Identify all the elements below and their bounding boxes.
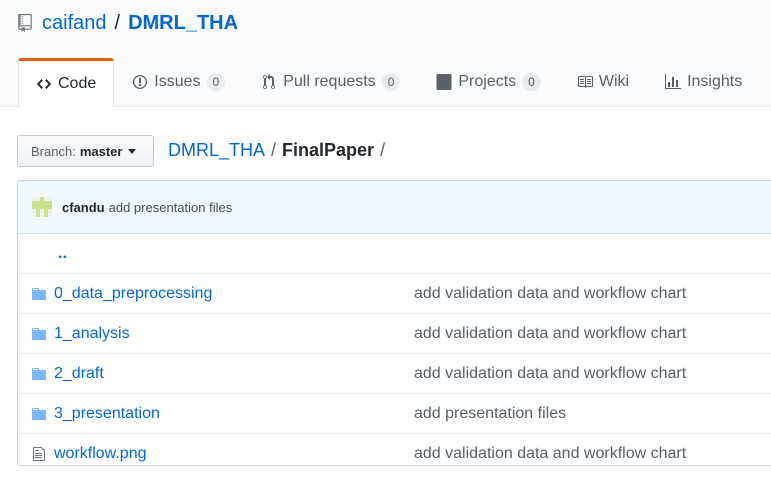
issues-count-badge: 0 [206, 73, 226, 91]
tab-pull-requests[interactable]: Pull requests 0 [243, 58, 418, 106]
file-commit-message[interactable]: add validation data and workflow chart [414, 445, 686, 463]
file-icon [33, 446, 45, 461]
commit-author-link[interactable]: cfandu [62, 200, 105, 215]
folder-icon [32, 287, 46, 300]
repo-header: caifand / DMRL_THA Code Issues 0 Pull re… [0, 0, 771, 107]
branch-label: Branch: [31, 143, 76, 159]
file-commit-message[interactable]: add validation data and workflow chart [414, 365, 686, 383]
avatar[interactable] [32, 197, 52, 217]
tab-issues[interactable]: Issues 0 [114, 58, 243, 106]
tab-wiki[interactable]: Wiki [559, 58, 647, 106]
projects-count-badge: 0 [522, 73, 541, 91]
pull-request-icon [263, 74, 276, 90]
file-name-link[interactable]: 0_data_preprocessing [54, 285, 212, 303]
file-commit-message[interactable]: add validation data and workflow chart [414, 285, 686, 303]
file-name-link[interactable]: 2_draft [54, 365, 104, 383]
repo-nav-tabs: Code Issues 0 Pull requests 0 Projects 0 [18, 58, 760, 107]
table-row: workflow.png add validation data and wor… [18, 434, 771, 465]
book-icon [577, 76, 593, 88]
breadcrumb-separator: / [271, 140, 277, 160]
folder-icon [32, 367, 46, 380]
breadcrumb-repo-link[interactable]: DMRL_THA [168, 140, 265, 161]
project-icon [436, 74, 452, 90]
table-row: 2_draft add validation data and workflow… [18, 354, 771, 394]
repo-icon [18, 14, 32, 32]
file-name-link[interactable]: 3_presentation [54, 405, 160, 423]
issue-icon [133, 75, 148, 89]
table-row: 1_analysis add validation data and workf… [18, 314, 771, 354]
breadcrumb-current-folder: FinalPaper [282, 140, 375, 160]
graph-icon [665, 74, 682, 89]
branch-select-button[interactable]: Branch: master [17, 135, 154, 167]
repo-title: caifand / DMRL_THA [18, 10, 238, 36]
tab-code[interactable]: Code [18, 58, 115, 107]
breadcrumb-separator: / [380, 140, 386, 160]
repo-name-link[interactable]: DMRL_THA [128, 12, 238, 35]
repo-owner-link[interactable]: caifand [42, 12, 107, 35]
parent-directory-link[interactable]: .. [58, 245, 67, 263]
folder-icon [32, 407, 46, 420]
file-commit-message[interactable]: add presentation files [414, 405, 566, 423]
code-icon [37, 79, 51, 89]
repo-title-separator: / [114, 11, 121, 34]
table-row: 0_data_preprocessing add validation data… [18, 274, 771, 314]
tab-issues-label: Issues [154, 73, 201, 90]
file-name-link[interactable]: 1_analysis [54, 325, 130, 343]
folder-icon [32, 327, 46, 340]
pull-requests-count-badge: 0 [381, 73, 401, 91]
parent-directory-row[interactable]: .. [18, 234, 771, 274]
branch-name: master [79, 143, 123, 159]
commit-message-link[interactable]: add presentation files [109, 200, 233, 215]
tab-pull-requests-label: Pull requests [283, 73, 376, 90]
latest-commit-bar: cfandu add presentation files [18, 181, 771, 234]
tab-projects-label: Projects [458, 73, 517, 90]
tab-insights[interactable]: Insights [647, 58, 760, 106]
table-row: 3_presentation add presentation files [18, 394, 771, 434]
caret-down-icon [128, 148, 137, 154]
tab-insights-label: Insights [687, 73, 743, 90]
file-commit-message[interactable]: add validation data and workflow chart [414, 325, 686, 343]
file-name-link[interactable]: workflow.png [54, 445, 147, 463]
file-list: cfandu add presentation files .. 0_data_… [17, 180, 771, 466]
breadcrumb: DMRL_THA / FinalPaper / [168, 140, 391, 161]
tab-code-label: Code [58, 75, 97, 92]
tab-wiki-label: Wiki [598, 73, 630, 90]
tab-projects[interactable]: Projects 0 [418, 58, 558, 106]
